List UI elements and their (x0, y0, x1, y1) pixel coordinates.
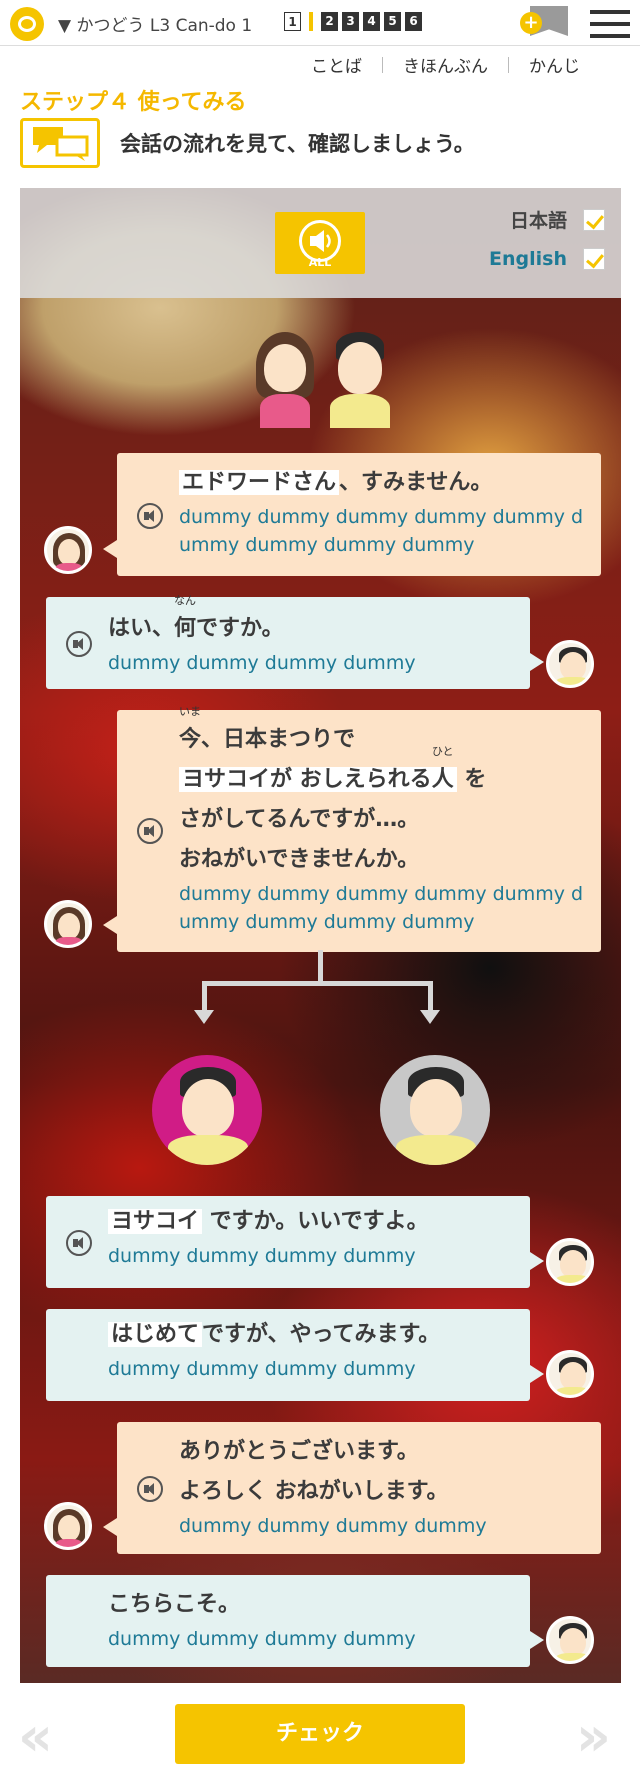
kanji: 今 (179, 727, 202, 752)
subnav-kihonbun-link[interactable]: きほんぶん (403, 52, 488, 77)
divider (508, 56, 509, 73)
english-toggle[interactable]: English (489, 248, 605, 270)
english-checkbox[interactable] (583, 248, 605, 270)
play-audio-icon[interactable] (66, 1230, 92, 1256)
negative-response-choice[interactable] (380, 1055, 490, 1165)
conversation-stage: ALL 日本語 English エドワードさん 、すみません。 dummy dum… (20, 188, 621, 1683)
current-step-marker (309, 12, 313, 31)
audio-language-panel: ALL 日本語 English (20, 188, 621, 298)
english-translation: dummy dummy dummy dummy (108, 1628, 416, 1650)
arrow-down-icon (420, 1010, 440, 1024)
divider (382, 56, 383, 73)
step-5-button[interactable]: 5 (384, 12, 401, 31)
english-translation: dummy dummy dummy dummy (108, 652, 416, 674)
play-all-label: ALL (308, 256, 332, 269)
furigana: なん (174, 594, 197, 607)
subnav-kotoba-link[interactable]: ことば (311, 52, 362, 77)
japanese-line: よろしく おねがいします。 (179, 1479, 449, 1504)
step-6-button[interactable]: 6 (405, 12, 422, 31)
next-page-button[interactable]: » (576, 1710, 611, 1764)
english-translation: dummy dummy dummy dummy (108, 1358, 416, 1380)
play-audio-icon[interactable] (66, 631, 92, 657)
japanese-line: こちらこそ。 (108, 1592, 241, 1617)
japanese-line: 、すみません。 (339, 470, 493, 495)
check-button[interactable]: チェック (175, 1704, 465, 1764)
japanese-line: ですか。 (196, 616, 284, 641)
english-translation: dummy dummy dummy dummy (179, 1515, 487, 1537)
male-avatar-icon (546, 1238, 594, 1286)
dialogue-bubble-3: いま今、日本まつりで ヨサコイが おしえられる ひと人 を さがしてるんですが…。… (103, 706, 601, 952)
japanese-line: はい、 (108, 616, 175, 641)
english-toggle-label: English (489, 248, 567, 270)
highlighted-phrase: ヨサコイ (108, 1209, 203, 1234)
characters-illustration (250, 328, 410, 428)
kanji: 何 (174, 616, 197, 641)
dialogue-bubble-7: こちらこそ。 dummy dummy dummy dummy (46, 1575, 544, 1667)
female-avatar-icon (44, 1502, 92, 1550)
branch-connector (428, 981, 433, 1013)
hamburger-menu-button[interactable] (590, 10, 630, 40)
step-1-button[interactable]: 1 (284, 12, 301, 31)
kanji: 人 (431, 767, 454, 792)
menu-icon-bar (590, 22, 630, 26)
furigana: ひと (431, 745, 454, 758)
japanese-toggle-label: 日本語 (509, 210, 567, 232)
dialogue-bubble-2: はい、 なん何ですか。 dummy dummy dummy dummy (46, 594, 544, 689)
male-character-icon (322, 328, 398, 428)
plus-icon: + (520, 12, 542, 34)
japanese-line: ですが、やってみます。 (202, 1322, 441, 1347)
app-logo-icon[interactable] (10, 7, 44, 41)
menu-icon-bar (590, 34, 630, 38)
conversation-icon (20, 118, 100, 168)
male-avatar-icon (546, 1616, 594, 1664)
male-avatar-icon (546, 1350, 594, 1398)
menu-icon-bar (590, 10, 630, 14)
step-navigation: 1 2 3 4 5 6 (284, 12, 422, 31)
japanese-line: さがしてるんですが…。 (179, 807, 420, 832)
arrow-down-icon (194, 1010, 214, 1024)
female-avatar-icon (44, 900, 92, 948)
english-translation: dummy dummy dummy dummy dummy dummy dumm… (179, 506, 584, 556)
japanese-checkbox[interactable] (583, 208, 605, 231)
step-title: ステップ４ 使ってみる (20, 90, 247, 115)
branch-connector (202, 981, 207, 1013)
branch-connector (202, 981, 430, 986)
male-avatar-icon (546, 640, 594, 688)
japanese-line: ありがとうございます。 (179, 1439, 419, 1464)
japanese-line: おねがいできませんか。 (179, 847, 420, 872)
play-audio-icon[interactable] (137, 503, 163, 529)
dialogue-bubble-6: ありがとうございます。 よろしく おねがいします。 dummy dummy du… (103, 1422, 601, 1554)
furigana: いま (179, 705, 201, 718)
play-all-button[interactable]: ALL (275, 212, 365, 274)
english-translation: dummy dummy dummy dummy dummy dummy dumm… (179, 883, 584, 933)
dialogue-bubble-1: エドワードさん 、すみません。 dummy dummy dummy dummy d… (103, 453, 601, 576)
highlighted-phrase: エドワードさん (179, 470, 340, 495)
previous-page-button[interactable]: « (18, 1710, 53, 1764)
highlighted-phrase: はじめて (108, 1322, 203, 1347)
step-2-button[interactable]: 2 (321, 12, 338, 31)
subnav-kanji-link[interactable]: かんじ (529, 52, 580, 77)
japanese-line: 、日本まつりで (201, 727, 356, 752)
positive-response-choice[interactable] (152, 1055, 262, 1165)
highlighted-phrase: ヨサコイが おしえられる (182, 767, 432, 792)
japanese-toggle[interactable]: 日本語 (510, 206, 605, 233)
dialogue-bubble-5: はじめて ですが、やってみます。 dummy dummy dummy dummy (46, 1309, 544, 1401)
step-3-button[interactable]: 3 (342, 12, 359, 31)
instruction-text: 会話の流れを見て、確認しましょう。 (120, 132, 475, 156)
dialogue-bubble-4: ヨサコイ ですか。いいですよ。 dummy dummy dummy dummy (46, 1196, 544, 1288)
play-audio-icon[interactable] (137, 1476, 163, 1502)
japanese-line: ですか。いいですよ。 (202, 1209, 429, 1234)
japanese-line: を (456, 767, 487, 792)
female-character-icon (250, 328, 320, 428)
english-translation: dummy dummy dummy dummy (108, 1245, 416, 1267)
top-bar: ▼ かつどう L3 Can-do 1 1 2 3 4 5 6 + (0, 0, 640, 46)
female-avatar-icon (44, 526, 92, 574)
step-4-button[interactable]: 4 (363, 12, 380, 31)
branch-connector (318, 950, 323, 984)
play-audio-icon[interactable] (137, 818, 163, 844)
sub-navigation: ことば きほんぶん かんじ (311, 52, 580, 77)
lesson-selector[interactable]: ▼ かつどう L3 Can-do 1 (58, 11, 252, 36)
add-bookmark-button[interactable]: + (520, 6, 570, 40)
